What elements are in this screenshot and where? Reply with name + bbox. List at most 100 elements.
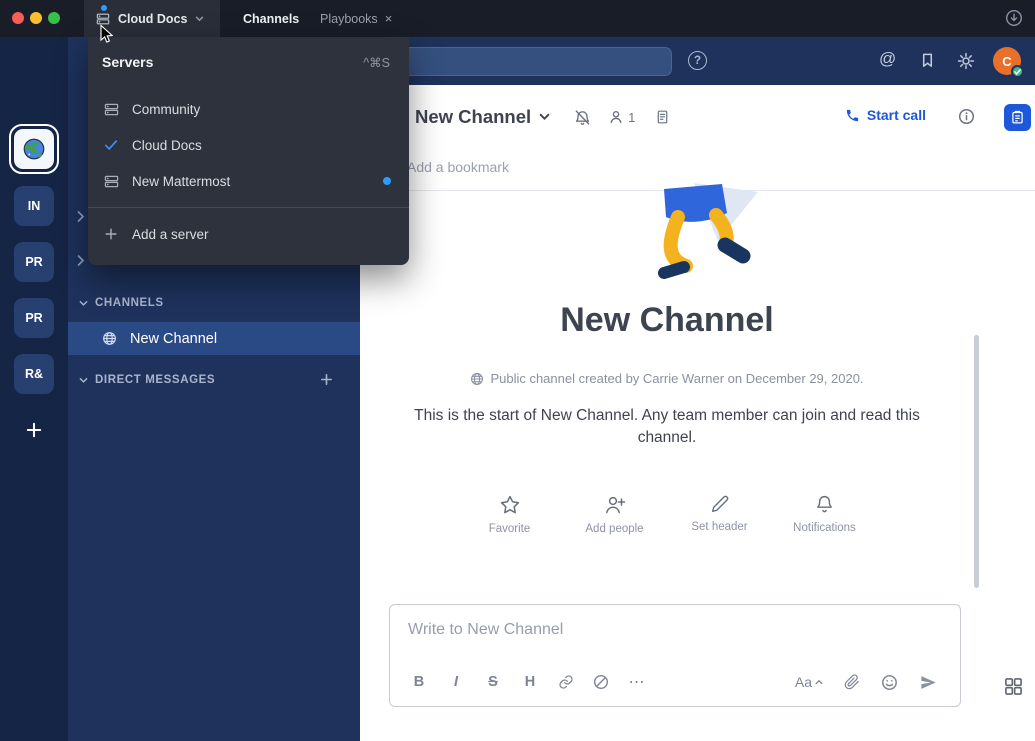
playbooks-panel-icon[interactable] <box>1004 104 1031 131</box>
servers-menu-shortcut: ^⌘S <box>363 55 390 70</box>
action-label: Set header <box>691 521 747 533</box>
menu-item-cloud-docs[interactable]: Cloud Docs <box>88 127 409 163</box>
add-people-button[interactable]: Add people <box>562 493 667 535</box>
status-online-icon <box>1011 65 1024 78</box>
phone-icon <box>845 108 860 123</box>
close-window-button[interactable] <box>12 12 24 24</box>
chevron-right-icon[interactable] <box>76 210 85 223</box>
globe-icon <box>102 331 117 346</box>
bold-button[interactable]: B <box>410 674 428 690</box>
notifications-muted-icon[interactable] <box>574 109 591 126</box>
add-team-icon[interactable] <box>25 421 43 439</box>
send-icon[interactable] <box>919 673 938 692</box>
sidebar-item-new-channel[interactable]: New Channel <box>68 322 360 355</box>
chevron-right-icon[interactable] <box>76 254 85 267</box>
window-titlebar: Cloud Docs Channels Playbooks × <box>0 0 1035 37</box>
emoji-icon[interactable] <box>881 674 898 691</box>
intro-heading: New Channel <box>360 301 974 340</box>
intro-meta-text: Public channel created by Carrie Warner … <box>490 371 863 386</box>
apps-grid-icon[interactable] <box>1003 676 1024 697</box>
dm-section-label: DIRECT MESSAGES <box>95 374 215 386</box>
favorite-button[interactable]: Favorite <box>457 493 562 535</box>
action-label: Favorite <box>489 523 531 535</box>
channel-header: New Channel 1 <box>360 91 1035 143</box>
close-tab-icon[interactable]: × <box>385 11 393 26</box>
unread-dot <box>101 5 107 11</box>
minimize-window-button[interactable] <box>30 12 42 24</box>
plus-icon <box>102 227 120 241</box>
mattermost-window: ? @ C IN PR PR <box>0 0 1035 741</box>
star-icon <box>498 493 522 517</box>
menu-item-new-mattermost[interactable]: New Mattermost <box>88 163 409 199</box>
chevron-down-icon <box>79 300 88 307</box>
heading-button[interactable]: H <box>521 674 539 690</box>
pinned-posts-icon[interactable] <box>655 109 670 125</box>
add-server-label: Add a server <box>132 227 209 242</box>
show-formatting-button[interactable]: Aa <box>795 674 823 690</box>
member-count: 1 <box>628 110 635 125</box>
team-item[interactable]: PR <box>14 242 54 282</box>
team-item[interactable]: PR <box>14 298 54 338</box>
scrollbar[interactable] <box>974 335 979 588</box>
channel-intro-actions: Favorite Add people Set header Notificat… <box>360 493 974 535</box>
team-item-active[interactable] <box>14 129 54 169</box>
add-server-button[interactable]: Add a server <box>88 216 409 252</box>
members-button[interactable]: 1 <box>608 109 635 125</box>
earth-icon <box>19 134 49 164</box>
globe-icon <box>470 372 484 386</box>
chevron-up-icon <box>815 679 823 685</box>
add-people-icon <box>603 493 627 517</box>
tab-playbooks[interactable]: Playbooks × <box>320 0 392 37</box>
menu-item-label: Cloud Docs <box>132 138 202 153</box>
unread-dot <box>383 177 391 185</box>
help-icon[interactable]: ? <box>688 51 707 70</box>
settings-gear-icon[interactable] <box>957 52 975 70</box>
tab-channels[interactable]: Channels <box>243 0 299 37</box>
menu-item-label: Community <box>132 102 200 117</box>
link-icon[interactable] <box>558 674 574 690</box>
mentions-icon[interactable]: @ <box>879 49 896 69</box>
dm-section-header[interactable]: DIRECT MESSAGES <box>68 372 360 388</box>
saved-posts-icon[interactable] <box>919 52 936 69</box>
server-icon <box>96 12 110 26</box>
avatar-initial: C <box>1002 54 1011 69</box>
team-active-indicator <box>9 124 59 174</box>
intro-body: This is the start of New Channel. Any te… <box>360 405 974 449</box>
channel-intro-illustration <box>630 183 760 281</box>
strikethrough-button[interactable]: S <box>484 674 502 690</box>
check-icon <box>102 139 120 151</box>
chevron-down-icon <box>79 377 88 384</box>
avatar[interactable]: C <box>993 47 1021 75</box>
server-dropdown-button[interactable]: Cloud Docs <box>84 0 220 37</box>
bell-icon <box>813 493 836 516</box>
team-sidebar: IN PR PR R& <box>0 37 68 741</box>
channel-title[interactable]: New Channel <box>415 106 531 128</box>
team-item[interactable]: R& <box>14 354 54 394</box>
start-call-button[interactable]: Start call <box>845 107 926 123</box>
action-label: Notifications <box>793 522 856 534</box>
start-call-label: Start call <box>867 107 926 123</box>
pencil-icon <box>709 493 731 515</box>
slash-commands-icon[interactable] <box>593 674 609 690</box>
maximize-window-button[interactable] <box>48 12 60 24</box>
downloads-icon[interactable] <box>1005 9 1023 27</box>
set-header-button[interactable]: Set header <box>667 493 772 535</box>
italic-button[interactable]: I <box>447 674 465 690</box>
composer-toolbar: B I S H ⋯ Aa <box>410 669 938 695</box>
chevron-down-icon[interactable] <box>539 113 550 121</box>
server-icon <box>102 102 120 117</box>
channels-section-label: CHANNELS <box>95 297 164 309</box>
attachment-icon[interactable] <box>844 674 860 690</box>
menu-item-community[interactable]: Community <box>88 91 409 127</box>
channel-info-icon[interactable] <box>958 108 975 125</box>
servers-menu-title: Servers <box>102 54 153 70</box>
more-formatting-icon[interactable]: ⋯ <box>628 672 646 692</box>
team-item[interactable]: IN <box>14 186 54 226</box>
server-tab-label: Cloud Docs <box>118 12 187 26</box>
add-direct-message-icon[interactable] <box>319 372 334 387</box>
message-input[interactable]: Write to New Channel <box>408 621 563 639</box>
servers-dropdown-menu: Servers ^⌘S Community Cloud Docs New M <box>88 37 409 265</box>
channels-section-header[interactable]: CHANNELS <box>68 295 360 311</box>
notifications-button[interactable]: Notifications <box>772 493 877 535</box>
team-initials: R& <box>25 367 43 381</box>
